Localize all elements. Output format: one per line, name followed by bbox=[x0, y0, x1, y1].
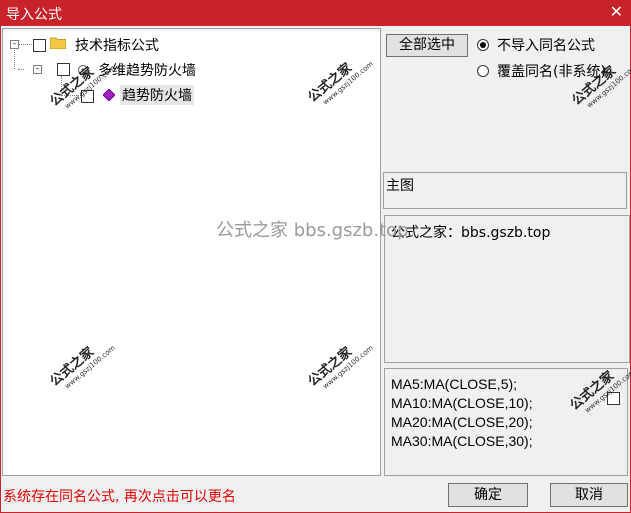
code-line: MA30:MA(CLOSE,30); bbox=[391, 433, 533, 449]
tree-expander-root[interactable]: - bbox=[10, 40, 19, 49]
watermark: 公式之家 www.gszj100.com bbox=[569, 62, 631, 110]
watermark: 公式之家 www.gszj100.com bbox=[567, 367, 631, 415]
watermark: 公式之家 www.gszj100.com bbox=[47, 63, 117, 111]
folder-icon bbox=[50, 37, 66, 49]
watermark: 公式之家 www.gszj100.com bbox=[305, 343, 375, 391]
formula-description: 公式之家：bbs.gszb.top bbox=[384, 215, 630, 363]
tree-checkbox-root[interactable] bbox=[33, 39, 46, 52]
formula-tree[interactable]: - 技术指标公式 - 多维趋势防火墙 趋势防火墙 公式之家 www.gszj100… bbox=[2, 28, 381, 476]
ok-button[interactable]: 确定 bbox=[448, 483, 528, 507]
window-title: 导入公式 bbox=[6, 7, 62, 23]
formula-code: MA5:MA(CLOSE,5); MA10:MA(CLOSE,10); MA20… bbox=[391, 375, 533, 451]
formula-code-box[interactable]: MA5:MA(CLOSE,5); MA10:MA(CLOSE,10); MA20… bbox=[384, 368, 631, 476]
tree-expander-child[interactable]: - bbox=[33, 65, 42, 74]
select-all-button[interactable]: 全部选中 bbox=[386, 34, 468, 57]
formula-diamond-icon bbox=[103, 89, 115, 101]
description-text: 公式之家：bbs.gszb.top bbox=[391, 225, 551, 241]
tree-guide-line bbox=[18, 44, 34, 45]
tree-node-root[interactable]: 技术指标公式 bbox=[75, 35, 159, 55]
tree-node-leaf[interactable]: 趋势防火墙 bbox=[120, 85, 194, 105]
close-icon[interactable]: ✕ bbox=[610, 2, 623, 22]
watermark: 公式之家 www.gszj100.com bbox=[47, 343, 117, 391]
import-formula-dialog: - 技术指标公式 - 多维趋势防火墙 趋势防火墙 公式之家 www.gszj100… bbox=[0, 26, 631, 513]
code-line: MA10:MA(CLOSE,10); bbox=[391, 395, 533, 411]
center-watermark: 公式之家 bbs.gszb.top bbox=[216, 220, 409, 241]
code-line: MA5:MA(CLOSE,5); bbox=[391, 376, 518, 392]
cancel-button[interactable]: 取消 bbox=[550, 483, 628, 507]
title-bar: 导入公式 ✕ bbox=[0, 0, 631, 26]
status-message: 系统存在同名公式, 再次点击可以更名 bbox=[3, 489, 236, 505]
radio-skip-label[interactable]: 不导入同名公式 bbox=[497, 35, 595, 55]
main-chart-label: 主图 bbox=[386, 178, 414, 194]
main-chart-group: 主图 bbox=[383, 172, 627, 209]
watermark: 公式之家 www.gszj100.com bbox=[305, 59, 375, 107]
code-line: MA20:MA(CLOSE,20); bbox=[391, 414, 533, 430]
radio-overwrite-same-name[interactable] bbox=[477, 65, 489, 77]
tree-guide-line bbox=[18, 69, 24, 70]
radio-skip-same-name[interactable] bbox=[477, 39, 489, 51]
